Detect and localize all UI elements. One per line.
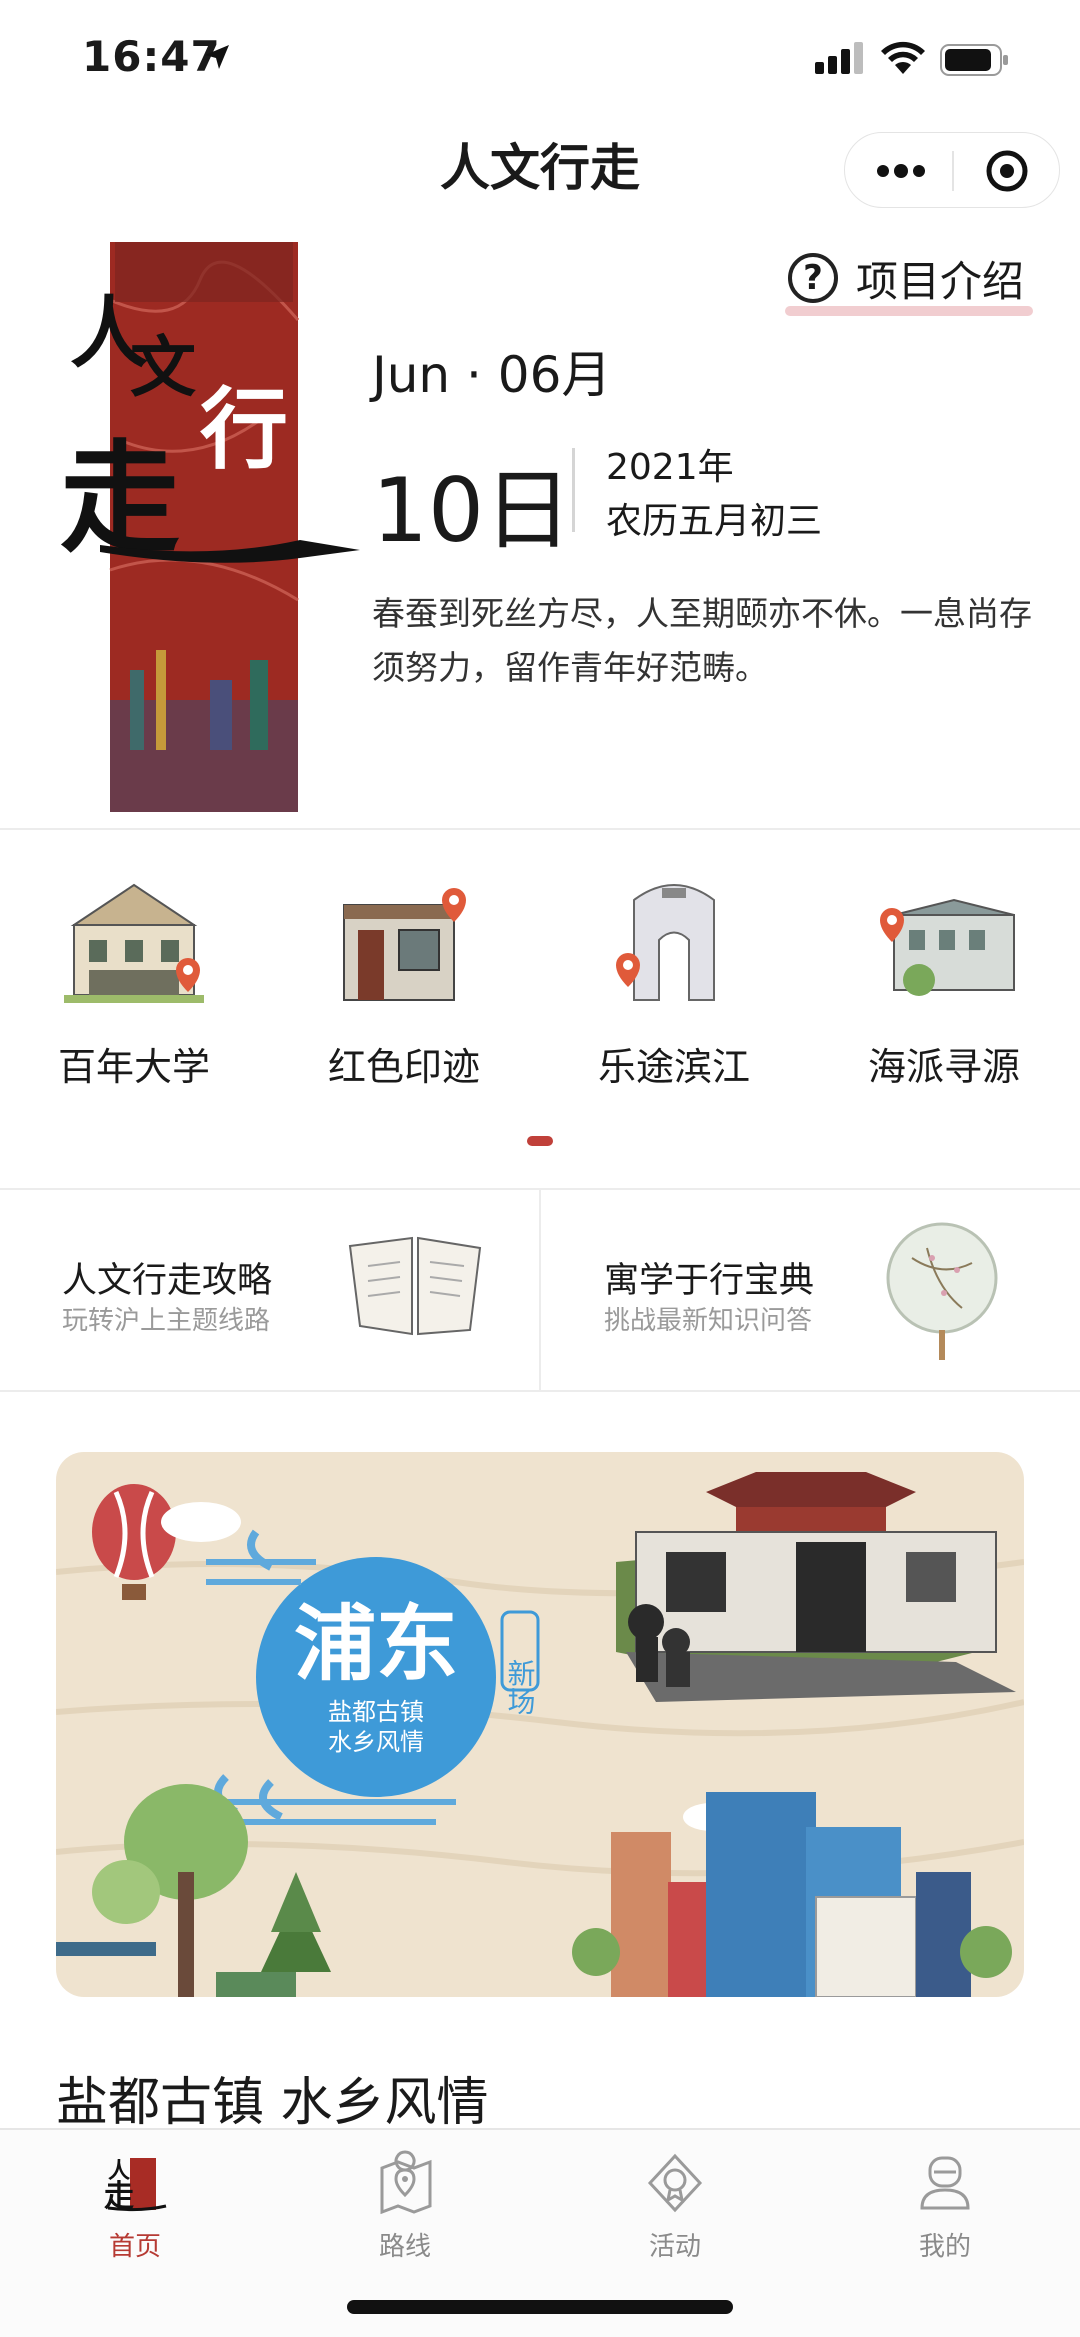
- category-item-shanghai-style[interactable]: 海派寻源: [844, 870, 1044, 1091]
- round-fan-icon: [886, 1222, 998, 1360]
- guide-card-title: 人文行走攻略: [62, 1261, 273, 1301]
- tab-label: 活动: [648, 2232, 701, 2262]
- poster-char-3: 行: [200, 377, 288, 481]
- date-day: 10日: [372, 459, 572, 562]
- tab-label: 首页: [108, 2232, 161, 2262]
- quiz-card-subtitle: 挑战最新知识问答: [604, 1306, 813, 1336]
- category-label: 海派寻源: [867, 1045, 1020, 1089]
- banner-circle-sub1: 盐都古镇: [328, 1698, 424, 1726]
- poster-image: 人 文 行 走: [60, 242, 360, 812]
- red-heritage-house-icon: [343, 888, 466, 1001]
- quiz-card-title: 寓学于行宝典: [604, 1261, 815, 1301]
- category-item-red-heritage[interactable]: 红色印迹: [304, 870, 504, 1091]
- shanghai-style-house-icon: [880, 898, 1015, 996]
- open-book-icon: [348, 1236, 482, 1336]
- date-separator: [572, 448, 575, 532]
- tab-activities[interactable]: 活动: [540, 2148, 810, 2263]
- guide-card[interactable]: 人文行走攻略 玩转沪上主题线路: [0, 1190, 540, 1390]
- home-logo-icon: 人 走: [104, 2158, 167, 2214]
- banner-caption: 盐都古镇 水乡风情: [56, 2073, 489, 2133]
- wifi-icon: [881, 41, 925, 74]
- banner-tag: 新场: [504, 1659, 537, 1715]
- date-month: Jun · 06月: [372, 346, 612, 404]
- intro-underline: [785, 306, 1033, 316]
- guide-card-subtitle: 玩转沪上主题线路: [62, 1306, 271, 1336]
- date-year: 2021年: [606, 447, 734, 488]
- divider: [0, 828, 1080, 830]
- tab-label: 我的: [918, 2232, 971, 2262]
- profile-icon: [920, 2156, 970, 2210]
- tab-label: 路线: [378, 2232, 431, 2262]
- tab-profile[interactable]: 我的: [810, 2148, 1080, 2263]
- category-label: 红色印迹: [327, 1045, 480, 1089]
- category-item-riverside[interactable]: 乐途滨江: [574, 870, 774, 1091]
- category-item-century-university[interactable]: 百年大学: [34, 870, 234, 1091]
- project-intro-link[interactable]: ? 项目介绍: [788, 248, 1024, 308]
- banner-illustration: 浦东 盐都古镇 水乡风情 新场: [56, 1472, 1024, 1997]
- cellular-signal-icon: [815, 42, 863, 74]
- battery-icon: [940, 44, 1008, 76]
- daily-quote: 春蚕到死丝方尽，人至期颐亦不休。一息尚存须努力，留作青年好范畴。: [372, 594, 1032, 687]
- tab-routes[interactable]: 路线: [270, 2148, 540, 2263]
- status-time: 16:47: [82, 32, 221, 81]
- more-options-icon[interactable]: [875, 159, 927, 183]
- category-label: 乐途滨江: [597, 1045, 750, 1089]
- divider: [0, 1390, 1080, 1392]
- pagination-dot: [527, 1136, 553, 1146]
- miniprogram-capsule: [844, 132, 1060, 208]
- date-lunar: 农历五月初三: [606, 501, 823, 542]
- university-building-icon: [64, 883, 204, 1003]
- project-intro-label: 项目介绍: [856, 256, 1025, 306]
- poster-char-2: 文: [130, 328, 196, 406]
- featured-banner[interactable]: 浦东 盐都古镇 水乡风情 新场: [56, 1452, 1024, 1997]
- quiz-card[interactable]: 寓学于行宝典 挑战最新知识问答: [540, 1190, 1080, 1390]
- category-label: 百年大学: [57, 1045, 210, 1089]
- tab-home[interactable]: 人 走 首页: [0, 2148, 270, 2263]
- close-miniprogram-icon[interactable]: [985, 149, 1029, 193]
- activity-badge-icon: [647, 2153, 703, 2213]
- banner-circle-title: 浦东: [294, 1596, 458, 1692]
- location-arrow-icon: [205, 45, 229, 69]
- home-indicator: [347, 2300, 733, 2314]
- help-icon: ?: [788, 253, 838, 303]
- riverside-gate-icon: [616, 884, 715, 1001]
- status-bar: 16:47: [0, 0, 1080, 120]
- banner-circle-sub2: 水乡风情: [328, 1728, 424, 1756]
- capsule-divider: [952, 151, 954, 191]
- route-map-icon: [380, 2150, 432, 2215]
